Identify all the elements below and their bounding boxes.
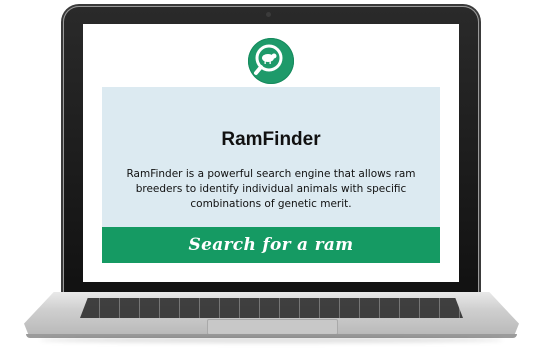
laptop-shadow — [40, 337, 503, 343]
app-description: RamFinder is a powerful search engine th… — [126, 168, 416, 210]
ramfinder-logo — [248, 38, 294, 84]
app-title: RamFinder — [221, 129, 321, 150]
laptop-trackpad — [207, 319, 338, 335]
info-card: RamFinder RamFinder is a powerful search… — [102, 87, 440, 231]
laptop-keyboard — [80, 298, 463, 318]
laptop-illustration: RamFinder RamFinder is a powerful search… — [0, 0, 543, 351]
sheep-magnifier-icon — [254, 44, 283, 75]
webcam — [266, 12, 271, 17]
search-for-ram-button[interactable]: Search for a ram — [102, 227, 440, 263]
laptop-screen: RamFinder RamFinder is a powerful search… — [83, 24, 459, 282]
